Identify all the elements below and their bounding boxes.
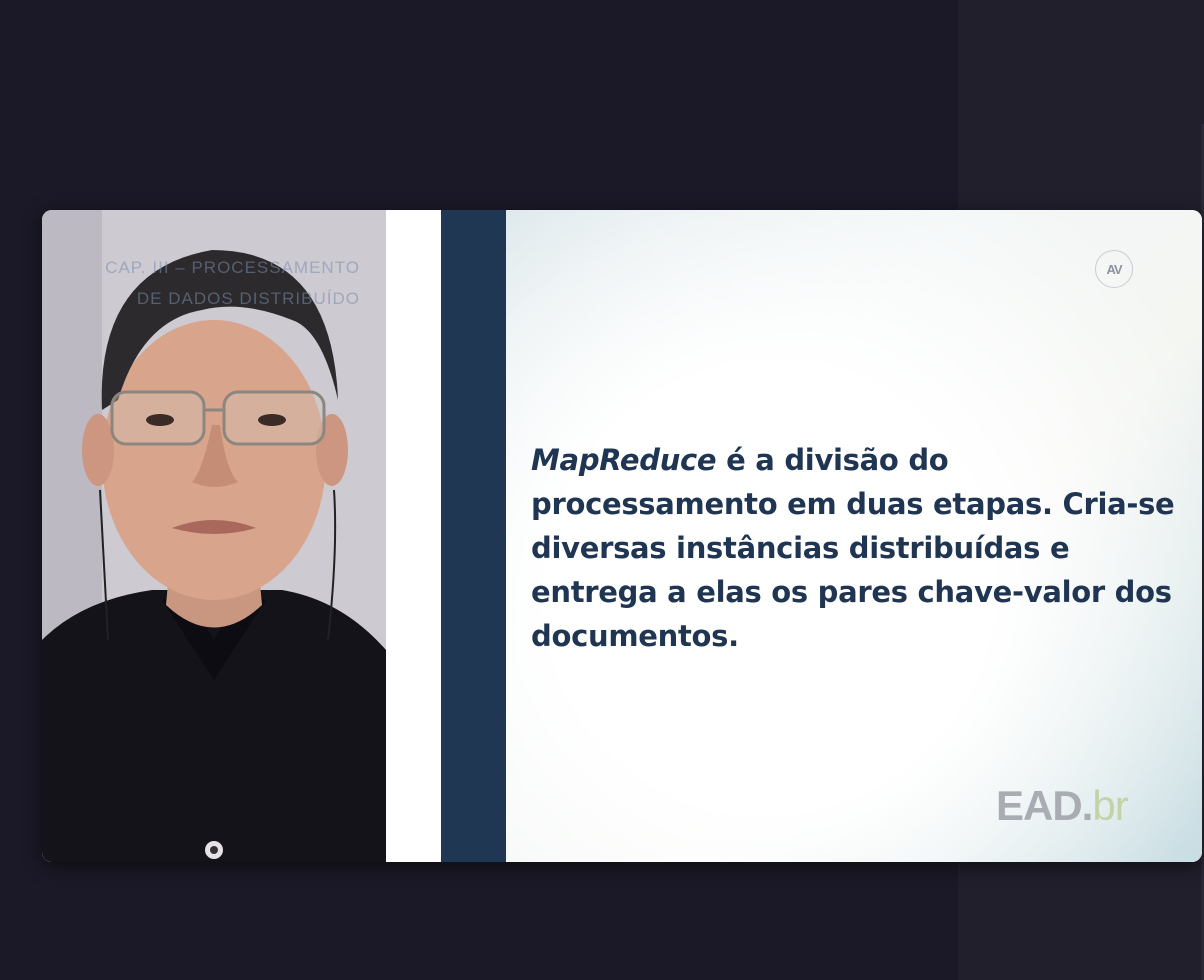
video-player[interactable]: Cap. III – Processamento de dados distri… [42,210,1202,862]
slide-content: AV MapReduce é a divisão do processament… [506,210,1202,862]
chapter-title-line-1: Cap. III – Processamento [105,258,360,277]
chapter-title-line-2: de dados distribuído [136,289,360,308]
ead-brand-logo: EAD.br [996,782,1129,830]
ead-brand-suffix: br [1092,782,1128,829]
slide-lead-term: MapReduce [531,443,717,477]
ead-brand-main: EAD. [996,782,1093,829]
presenter-video: Cap. III – Processamento de dados distri… [42,210,386,862]
slide-body-text: MapReduce é a divisão do processamento e… [531,438,1181,658]
slide-margin [386,210,441,862]
chapter-title: Cap. III – Processamento de dados distri… [105,252,360,314]
av-logo-icon: AV [1095,250,1133,288]
slide-accent-bar [441,210,506,862]
